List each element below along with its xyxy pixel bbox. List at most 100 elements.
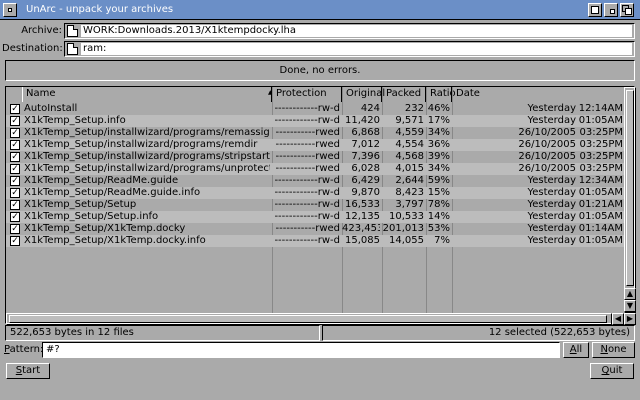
cell-packed: 14,055 xyxy=(389,235,424,246)
row-checkbox[interactable]: ✓ xyxy=(10,236,20,246)
iconify-button[interactable] xyxy=(604,3,618,17)
cell-original: 12,135 xyxy=(345,211,380,222)
zoom-button[interactable] xyxy=(588,3,602,17)
vertical-scroll-knob[interactable] xyxy=(626,90,634,286)
row-checkbox[interactable]: ✓ xyxy=(10,152,20,162)
cell-name: X1kTemp_Setup/X1kTemp.docky.info xyxy=(24,235,206,246)
file-list[interactable]: Name Protection Original Packed Ratio Da… xyxy=(5,86,636,325)
cell-original: 6,868 xyxy=(351,127,380,138)
column-header-name[interactable]: Name xyxy=(22,87,272,102)
cell-date: 26/10/2005 xyxy=(518,139,576,150)
column-header-packed[interactable]: Packed xyxy=(382,87,426,102)
row-checkbox[interactable]: ✓ xyxy=(10,188,20,198)
destination-path-value: ram: xyxy=(81,43,632,55)
cell-original: 424 xyxy=(360,103,380,114)
checkmark-icon: ✓ xyxy=(11,152,19,162)
row-checkbox[interactable]: ✓ xyxy=(10,200,20,210)
column-header-protection[interactable]: Protection xyxy=(272,87,342,102)
cell-protection: ------------rw-d xyxy=(274,103,340,114)
table-row[interactable]: ✓ X1kTemp_Setup/installwizard/programs/re… xyxy=(6,139,624,151)
select-all-button[interactable]: All xyxy=(563,342,589,358)
selected-bytes-info: 12 selected (522,653 bytes) xyxy=(322,325,635,341)
select-none-button[interactable]: None xyxy=(592,342,635,358)
destination-path-field[interactable]: ram: xyxy=(64,41,635,57)
checkmark-icon: ✓ xyxy=(11,200,19,210)
cell-date: Yesterday xyxy=(527,103,576,114)
table-row[interactable]: ✓ X1kTemp_Setup/installwizard/programs/un… xyxy=(6,163,624,175)
table-row[interactable]: ✓ X1kTemp_Setup/installwizard/programs/re… xyxy=(6,127,624,139)
list-body[interactable]: ✓ AutoInstall ------------rw-d 424 232 46% Yes… xyxy=(6,103,624,313)
cell-protection: ------------rw-d xyxy=(274,187,340,198)
archive-path-field[interactable]: WORK:Downloads.2013/X1ktempdocky.lha xyxy=(64,23,635,39)
cell-time: 03:25PM xyxy=(579,139,623,150)
row-checkbox[interactable]: ✓ xyxy=(10,212,20,222)
horizontal-scroll-knob[interactable] xyxy=(9,315,607,323)
start-button-label-rest: tart xyxy=(22,365,41,376)
cell-original: 423,453 xyxy=(342,223,380,234)
cell-protection: ------------rw-d xyxy=(274,211,340,222)
cell-name: X1kTemp_Setup/installwizard/programs/unp… xyxy=(24,163,270,174)
row-checkbox[interactable]: ✓ xyxy=(10,116,20,126)
start-button[interactable]: Start xyxy=(6,363,50,379)
table-row[interactable]: ✓ X1kTemp_Setup/installwizard/programs/st… xyxy=(6,151,624,163)
cell-protection: ------------rw-d xyxy=(274,199,340,210)
depth-button[interactable] xyxy=(620,3,634,17)
table-row[interactable]: ✓ AutoInstall ------------rw-d 424 232 46% Yes… xyxy=(6,103,624,115)
cell-packed: 10,533 xyxy=(389,211,424,222)
list-header: Name Protection Original Packed Ratio Da… xyxy=(6,87,624,102)
quit-button-label-rest: uit xyxy=(609,365,623,376)
row-checkbox[interactable]: ✓ xyxy=(10,140,20,150)
row-checkbox[interactable]: ✓ xyxy=(10,224,20,234)
table-row[interactable]: ✓ X1kTemp_Setup/Setup.info ------------rw-… xyxy=(6,211,624,223)
table-row[interactable]: ✓ X1kTemp_Setup/Setup ------------rw-d 16,5… xyxy=(6,199,624,211)
pattern-input[interactable]: #? xyxy=(42,342,560,358)
cell-packed: 232 xyxy=(404,103,424,114)
checkmark-icon: ✓ xyxy=(11,236,19,246)
close-window-button[interactable] xyxy=(3,3,17,17)
column-header-original[interactable]: Original xyxy=(342,87,385,102)
quit-button[interactable]: Quit xyxy=(590,363,634,379)
horizontal-scrollbar[interactable] xyxy=(6,313,612,325)
file-icon[interactable] xyxy=(67,25,78,37)
row-checkbox[interactable]: ✓ xyxy=(10,128,20,138)
zoom-icon xyxy=(591,6,599,14)
table-row[interactable]: ✓ X1kTemp_Setup/ReadMe.guide ------------r… xyxy=(6,175,624,187)
window-titlebar[interactable]: UnArc - unpack your archives xyxy=(0,0,640,20)
cell-date: Yesterday xyxy=(527,223,576,234)
row-checkbox[interactable]: ✓ xyxy=(10,104,20,114)
close-icon xyxy=(8,8,12,12)
table-row[interactable]: ✓ X1kTemp_Setup/ReadMe.guide.info --------… xyxy=(6,187,624,199)
pattern-label: Pattern: xyxy=(4,344,44,355)
table-row[interactable]: ✓ X1kTemp_Setup/X1kTemp.docky.info -------… xyxy=(6,235,624,247)
none-button-label-rest: one xyxy=(607,344,627,355)
cell-time: 12:34AM xyxy=(578,175,623,186)
table-row[interactable]: ✓ X1kTemp_Setup/X1kTemp.docky -----------r… xyxy=(6,223,624,235)
destination-label: Destination: xyxy=(2,43,63,54)
cell-ratio: 17% xyxy=(427,115,450,126)
cell-ratio: 59% xyxy=(427,175,450,186)
cell-date: 26/10/2005 xyxy=(518,163,576,174)
row-checkbox[interactable]: ✓ xyxy=(10,164,20,174)
checkmark-icon: ✓ xyxy=(11,104,19,114)
cell-name: X1kTemp_Setup.info xyxy=(24,115,126,126)
status-message: Done, no errors. xyxy=(5,60,635,81)
cell-original: 6,429 xyxy=(351,175,380,186)
depth-front-icon xyxy=(625,8,632,15)
scroll-up-arrow-icon[interactable]: ▲ xyxy=(624,288,636,300)
all-button-label-first: A xyxy=(569,344,577,355)
row-checkbox[interactable]: ✓ xyxy=(10,176,20,186)
cell-name: X1kTemp_Setup/installwizard/programs/rem… xyxy=(24,127,270,138)
scroll-down-arrow-icon[interactable]: ▼ xyxy=(624,300,636,312)
drawer-icon[interactable] xyxy=(67,43,78,55)
cell-protection: -----------rwed xyxy=(275,223,340,234)
vertical-scrollbar[interactable]: ▲ ▼ xyxy=(624,87,636,313)
cell-date: Yesterday xyxy=(527,199,576,210)
scroll-right-arrow-icon[interactable]: ▶ xyxy=(624,313,636,325)
window-title: UnArc - unpack your archives xyxy=(26,4,174,15)
column-header-date[interactable]: Date xyxy=(452,87,624,102)
table-row[interactable]: ✓ X1kTemp_Setup.info ------------rw-d 11,42… xyxy=(6,115,624,127)
iconify-icon xyxy=(610,9,615,14)
scroll-left-arrow-icon[interactable]: ◀ xyxy=(612,313,624,325)
column-header-ratio[interactable]: Ratio xyxy=(426,87,456,102)
cell-time: 01:05AM xyxy=(578,187,623,198)
